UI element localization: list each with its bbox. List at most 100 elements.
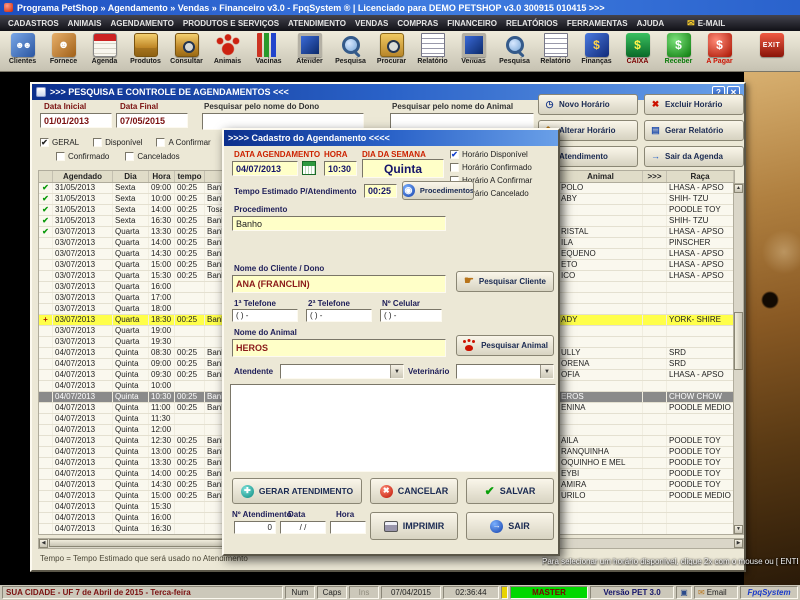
toolbar-button-pesquisa-8[interactable]: Pesquisa	[330, 32, 371, 71]
toolbar-button-clientes-0[interactable]: ☻☻Clientes	[2, 32, 43, 71]
data-atendimento-field[interactable]: / /	[280, 521, 326, 534]
cell: LHASA - APSO	[667, 249, 734, 259]
menu-item-atendimento[interactable]: ATENDIMENTO	[288, 19, 346, 28]
dialog-check-horario-disponivel[interactable]: ✔Horário Disponível	[450, 150, 532, 159]
scroll-up-button[interactable]	[734, 184, 743, 193]
excluir-horario-button[interactable]: ✖Excluir Horário	[644, 94, 744, 115]
column-header-agendado[interactable]: Agendado	[53, 171, 113, 182]
gerar-atendimento-button[interactable]: GERAR ATENDIMENTO	[232, 478, 362, 504]
pesquisar-animal-button[interactable]: Pesquisar Animal	[456, 335, 554, 356]
toolbar-button-caixa-15[interactable]: $CAIXA	[617, 32, 658, 71]
menu-item-ferramentas[interactable]: FERRAMENTAS	[567, 19, 628, 28]
menu-item-financeiro[interactable]: FINANCEIRO	[447, 19, 497, 28]
data-final-field[interactable]: 07/05/2015	[116, 113, 188, 128]
sair-da-agenda-button[interactable]: →Sair da Agenda	[644, 146, 744, 167]
column-header-raca[interactable]: Raça	[667, 171, 734, 182]
cell: 08:30	[149, 348, 175, 358]
toolbar-button-consultar-4[interactable]: Consultar	[166, 32, 207, 71]
toolbar-button-exit-18[interactable]: EXIT	[751, 32, 792, 71]
column-header-c0[interactable]	[39, 171, 53, 182]
scroll-down-button[interactable]	[734, 525, 743, 534]
table-vertical-scrollbar[interactable]	[733, 183, 744, 535]
data-agendamento-field[interactable]: 04/07/2013	[232, 161, 298, 176]
toolbar-button-financas-14[interactable]: $Finanças	[576, 32, 617, 71]
toolbar-button-pesquisa-12[interactable]: Pesquisa	[494, 32, 535, 71]
cell: Quarta	[113, 282, 149, 292]
cancelar-button[interactable]: CANCELAR	[370, 478, 458, 504]
scroll-right-button[interactable]	[734, 539, 743, 548]
veterinario-select[interactable]: ▼	[456, 364, 554, 379]
celular-input[interactable]: ( ) -	[380, 309, 442, 322]
menu-item-ajuda[interactable]: AJUDA	[637, 19, 665, 28]
cell	[667, 425, 734, 435]
calendar-icon[interactable]	[302, 161, 316, 175]
telefone1-input[interactable]: ( ) -	[232, 309, 298, 322]
status-email[interactable]: Email	[694, 586, 738, 599]
gerar-relatorio-button[interactable]: ▤Gerar Relatório	[644, 120, 744, 141]
toolbar-button-fornece-1[interactable]: ☻Fornece	[43, 32, 84, 71]
toolbar-button-procurar-9[interactable]: Procurar	[371, 32, 412, 71]
toolbar-button-atender-7[interactable]: Atender	[289, 32, 330, 71]
toolbar-button-a-pagar-17[interactable]: $A Pagar	[699, 32, 740, 71]
toolbar-button-agenda-2[interactable]: Agenda	[84, 32, 125, 71]
novo-horario-button[interactable]: ◷Novo Horário	[538, 94, 638, 115]
filter-confirmado[interactable]: Confirmado	[56, 152, 109, 161]
telefone2-input[interactable]: ( ) -	[306, 309, 372, 322]
atendente-select[interactable]: ▼	[280, 364, 404, 379]
window-title: >>> PESQUISA E CONTROLE DE AGENDAMENTOS …	[50, 87, 289, 97]
cell: 00:25	[175, 469, 205, 479]
cell	[39, 392, 53, 402]
cell: 11:00	[149, 403, 175, 413]
background-photo-dog	[744, 72, 800, 585]
salvar-button[interactable]: SALVAR	[466, 478, 554, 504]
toolbar-button-receber-16[interactable]: $Receber	[658, 32, 699, 71]
column-header-tempo[interactable]: tempo	[175, 171, 205, 182]
animal-input[interactable]: HEROS	[232, 339, 446, 357]
filter-geral[interactable]: ✔GERAL	[40, 138, 79, 147]
filter-a-confirmar[interactable]: A Confirmar	[156, 138, 210, 147]
cell	[39, 469, 53, 479]
cell: SHIH- TZU	[667, 216, 734, 226]
cliente-input[interactable]: ANA (FRANCLIN)	[232, 275, 446, 293]
data-inicial-field[interactable]: 01/01/2013	[40, 113, 112, 128]
scroll-left-button[interactable]	[39, 539, 48, 548]
toolbar-button-animais-5[interactable]: Animais	[207, 32, 248, 71]
toolbar-button-vendas-11[interactable]: Vendas	[453, 32, 494, 71]
menu-item-produtos-e-servicos[interactable]: PRODUTOS E SERVIÇOS	[183, 19, 279, 28]
column-header-animal[interactable]: Animal	[559, 171, 643, 182]
menu-item-cadastros[interactable]: CADASTROS	[8, 19, 59, 28]
filter-cancelados[interactable]: Cancelados	[125, 152, 179, 161]
cell: 00:25	[175, 436, 205, 446]
cell	[643, 425, 667, 435]
hora-atendimento-field[interactable]	[330, 521, 366, 534]
procedimentos-button[interactable]: Procedimentos	[402, 181, 474, 200]
menu-item-animais[interactable]: ANIMAIS	[68, 19, 102, 28]
hora-field[interactable]: 10:30	[324, 161, 357, 176]
procedimento-input[interactable]: Banho	[232, 216, 446, 231]
vertical-scroll-thumb[interactable]	[734, 312, 743, 370]
horizontal-scroll-thumb[interactable]	[49, 539, 249, 547]
toolbar-button-vacinas-6[interactable]: Vacinas	[248, 32, 289, 71]
menu-item-email[interactable]: ✉E-MAIL	[687, 18, 725, 29]
pesquisar-cliente-button[interactable]: Pesquisar Cliente	[456, 271, 554, 292]
sair-button[interactable]: SAIR	[466, 512, 554, 540]
toolbar-button-produtos-3[interactable]: Produtos	[125, 32, 166, 71]
filter-disponivel[interactable]: Disponível	[93, 138, 142, 147]
dialog-check-horario-confirmado[interactable]: Horário Confirmado	[450, 163, 532, 172]
cell: 31/05/2013	[53, 216, 113, 226]
num-atendimento-field[interactable]: 0	[234, 521, 276, 534]
menu-item-relatorios[interactable]: RELATÓRIOS	[506, 19, 558, 28]
toolbar-button-relatorio-13[interactable]: Relatório	[535, 32, 576, 71]
menu-item-vendas[interactable]: VENDAS	[355, 19, 388, 28]
column-header-c7[interactable]: >>>	[643, 171, 667, 182]
menu-item-compras[interactable]: COMPRAS	[397, 19, 438, 28]
tempo-estimado-field[interactable]: 00:25	[364, 184, 397, 198]
column-header-hora[interactable]: Hora	[149, 171, 175, 182]
cell: 03/07/2013	[53, 227, 113, 237]
imprimir-button[interactable]: IMPRIMIR	[370, 512, 458, 540]
toolbar-button-relatorio-10[interactable]: Relatório	[412, 32, 453, 71]
column-header-dia[interactable]: Dia	[113, 171, 149, 182]
cell	[175, 414, 205, 424]
menu-item-agendamento[interactable]: AGENDAMENTO	[110, 19, 173, 28]
notes-panel	[230, 384, 556, 472]
